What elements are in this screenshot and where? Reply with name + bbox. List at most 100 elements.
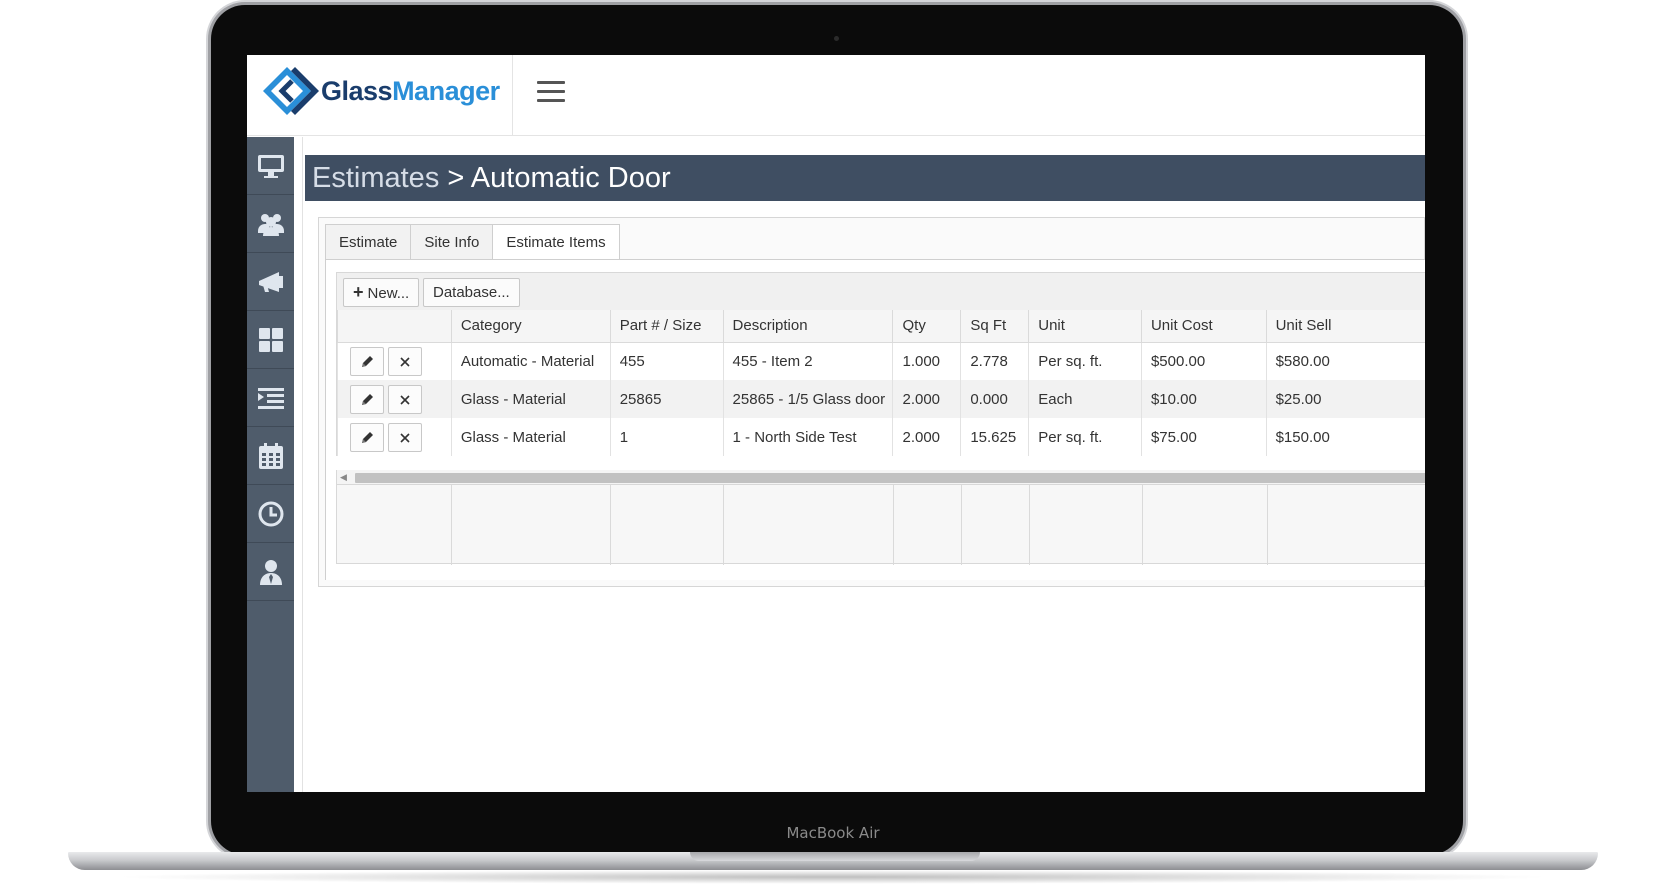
cell-description: 1 - North Side Test xyxy=(722,418,894,456)
sidebar-item-dashboard[interactable] xyxy=(247,137,294,195)
new-item-button[interactable]: + New... xyxy=(343,278,420,307)
breadcrumb-current: Automatic Door xyxy=(470,162,671,194)
cell-qty: 1.000 xyxy=(892,342,962,380)
top-bar: GlassManager xyxy=(247,55,1425,136)
sidebar-item-time[interactable] xyxy=(247,485,294,543)
column-header-unit-cost[interactable]: Unit Cost xyxy=(1140,310,1267,343)
logo-text-glass: Glass xyxy=(321,75,393,106)
calendar-icon xyxy=(258,442,283,469)
row-actions xyxy=(337,342,452,380)
logo-icon xyxy=(263,67,319,115)
table-header-row: Category Part # / Size Description Qty S… xyxy=(337,310,1425,343)
sidebar-item-lists[interactable] xyxy=(247,369,294,427)
users-icon xyxy=(257,213,284,236)
cell-category: Glass - Material xyxy=(450,418,611,456)
edit-button[interactable] xyxy=(350,346,384,376)
megaphone-icon xyxy=(258,271,283,292)
grid-icon xyxy=(258,327,283,352)
logo[interactable]: GlassManager xyxy=(261,63,500,119)
content-divider xyxy=(302,137,303,792)
footer-column-divider xyxy=(610,485,611,565)
cell-category: Automatic - Material xyxy=(450,342,611,380)
pencil-icon xyxy=(362,393,373,405)
footer-column-divider xyxy=(1267,485,1268,565)
cell-unit-cost: $75.00 xyxy=(1140,418,1267,456)
column-header-unit-sell[interactable]: Unit Sell xyxy=(1265,310,1425,343)
page-title: Estimates > Automatic Door xyxy=(305,155,1425,201)
laptop-notch xyxy=(690,852,980,861)
cell-category: Glass - Material xyxy=(450,380,611,418)
sidebar-item-account[interactable] xyxy=(247,543,294,601)
cell-part: 25865 xyxy=(609,380,724,418)
laptop-shadow xyxy=(110,870,1556,884)
breadcrumb-parent[interactable]: Estimates xyxy=(312,162,439,194)
edit-button[interactable] xyxy=(350,422,384,452)
tab-estimate[interactable]: Estimate xyxy=(325,224,412,260)
cell-part: 455 xyxy=(609,342,724,380)
cell-qty: 2.000 xyxy=(892,418,962,456)
footer-column-divider xyxy=(1029,485,1030,565)
estimate-items-body: + New... Database... Category Part # / Si… xyxy=(325,260,1425,580)
close-icon xyxy=(400,357,410,367)
column-header-description[interactable]: Description xyxy=(722,310,894,343)
table-row[interactable]: Automatic - Material 455 455 - Item 2 1.… xyxy=(337,342,1425,380)
menu-icon[interactable] xyxy=(537,81,565,105)
column-header-unit[interactable]: Unit xyxy=(1028,310,1142,343)
list-icon xyxy=(257,387,284,409)
sidebar-item-modules[interactable] xyxy=(247,311,294,369)
sidebar xyxy=(247,137,294,792)
cell-qty: 2.000 xyxy=(892,380,962,418)
sidebar-item-customers[interactable] xyxy=(247,195,294,253)
footer-column-divider xyxy=(451,485,452,565)
cell-description: 455 - Item 2 xyxy=(722,342,894,380)
pencil-icon xyxy=(362,431,373,443)
cell-sqft: 2.778 xyxy=(960,342,1030,380)
scroll-left-icon[interactable]: ◀ xyxy=(340,472,347,483)
monitor-icon xyxy=(257,154,284,178)
estimate-items-table: Category Part # / Size Description Qty S… xyxy=(337,310,1425,456)
table-row[interactable]: Glass - Material 1 1 - North Side Test 2… xyxy=(337,418,1425,456)
user-tie-icon xyxy=(259,559,282,585)
estimate-panel: Estimate Site Info Estimate Items + New..… xyxy=(318,217,1425,587)
new-item-label: New... xyxy=(367,285,410,302)
sidebar-item-calendar[interactable] xyxy=(247,427,294,485)
estimate-items-grid: Category Part # / Size Description Qty S… xyxy=(336,310,1425,456)
column-header-category[interactable]: Category xyxy=(450,310,611,343)
tab-estimate-items[interactable]: Estimate Items xyxy=(492,224,620,262)
tab-site-info[interactable]: Site Info xyxy=(410,224,494,260)
delete-button[interactable] xyxy=(388,384,422,414)
breadcrumb-separator: > xyxy=(447,162,465,194)
cell-unit-cost: $10.00 xyxy=(1140,380,1267,418)
cell-unit: Per sq. ft. xyxy=(1028,342,1142,380)
cell-unit: Each xyxy=(1028,380,1142,418)
database-button[interactable]: Database... xyxy=(423,278,520,307)
cell-description: 25865 - 1/5 Glass door xyxy=(722,380,894,418)
cell-unit-sell: $25.00 xyxy=(1265,380,1425,418)
footer-column-divider xyxy=(961,485,962,565)
delete-button[interactable] xyxy=(388,422,422,452)
footer-column-divider xyxy=(723,485,724,565)
cell-unit: Per sq. ft. xyxy=(1028,418,1142,456)
column-header-sqft[interactable]: Sq Ft xyxy=(960,310,1030,343)
close-icon xyxy=(400,432,410,443)
cell-unit-sell: $150.00 xyxy=(1265,418,1425,456)
scrollbar-thumb[interactable] xyxy=(355,473,1425,483)
column-header-part[interactable]: Part # / Size xyxy=(609,310,724,343)
table-row[interactable]: Glass - Material 25865 25865 - 1/5 Glass… xyxy=(337,380,1425,418)
column-header-actions xyxy=(337,310,452,343)
camera xyxy=(834,36,839,41)
footer-column-divider xyxy=(893,485,894,565)
plus-icon: + xyxy=(353,282,364,302)
delete-button[interactable] xyxy=(388,346,422,376)
close-icon xyxy=(400,394,410,405)
cell-unit-cost: $500.00 xyxy=(1140,342,1267,380)
horizontal-scrollbar[interactable]: ◀ xyxy=(336,470,1425,484)
cell-part: 1 xyxy=(609,418,724,456)
footer-column-divider xyxy=(1142,485,1143,565)
app-screen: GlassManager Estimates > Automatic Door … xyxy=(247,55,1425,792)
logo-text-manager: Manager xyxy=(392,75,500,106)
sidebar-item-marketing[interactable] xyxy=(247,253,294,311)
edit-button[interactable] xyxy=(350,384,384,414)
logo-text: GlassManager xyxy=(321,76,500,107)
column-header-qty[interactable]: Qty xyxy=(892,310,962,343)
